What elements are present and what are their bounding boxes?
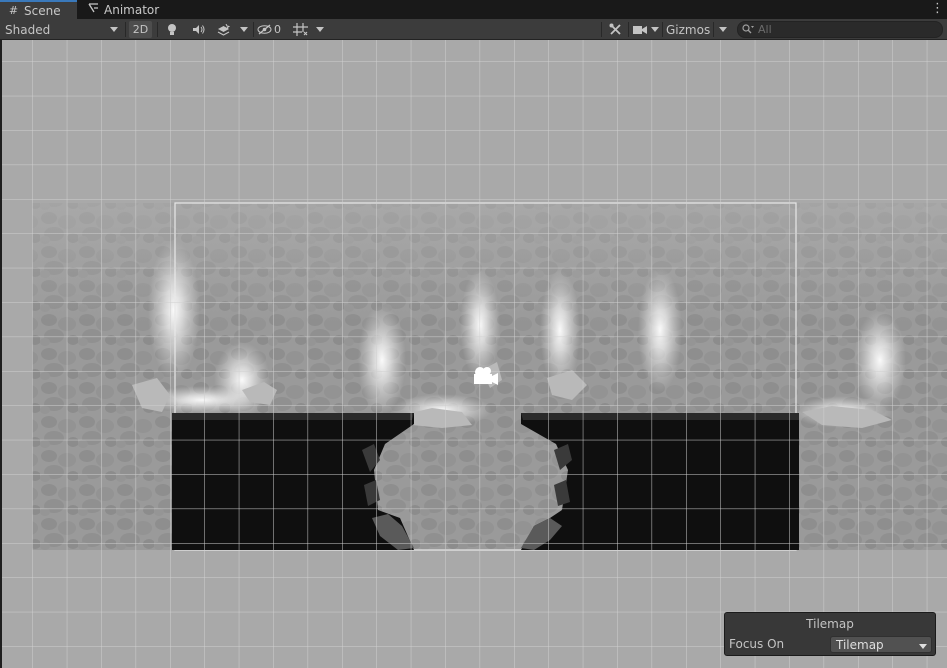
chevron-down-icon: [919, 638, 927, 652]
toggle-2d-button[interactable]: 2D: [129, 21, 152, 38]
tab-bar: # Scene Animator ⋮: [0, 0, 947, 19]
eye-hidden-icon: [257, 24, 272, 35]
chevron-down-icon: [651, 27, 659, 32]
tools-button[interactable]: [604, 21, 626, 38]
tab-scene-label: Scene: [24, 3, 61, 18]
camera-icon: [633, 25, 647, 35]
kebab-menu-icon[interactable]: ⋮: [931, 1, 944, 17]
chevron-down-icon: [110, 27, 118, 32]
grid-dropdown[interactable]: [313, 21, 327, 38]
tilemap-overlay-title: Tilemap: [806, 617, 854, 631]
gizmos-toggle[interactable]: Gizmos: [664, 21, 713, 38]
chevron-down-icon: [718, 27, 727, 32]
lightbulb-icon: [167, 23, 177, 36]
grid-icon: #: [8, 4, 19, 17]
scene-visibility-toggle[interactable]: 0: [257, 21, 286, 38]
search-input[interactable]: [758, 23, 938, 36]
focus-on-dropdown[interactable]: Tilemap: [830, 636, 932, 653]
layers-effects-icon: [217, 23, 230, 36]
search-icon: [742, 23, 754, 37]
effects-toggle[interactable]: [212, 21, 234, 38]
unity-editor-scene-window: # Scene Animator ⋮ Shaded 2D 0 Gizmos Al…: [0, 0, 947, 668]
scene-canvas[interactable]: [2, 40, 947, 668]
gizmos-dropdown[interactable]: [715, 21, 730, 38]
hierarchy-search[interactable]: [737, 21, 943, 38]
tab-scene[interactable]: # Scene: [0, 0, 77, 19]
audio-toggle[interactable]: [187, 21, 209, 38]
tab-animator[interactable]: Animator: [80, 0, 164, 19]
tab-animator-label: Animator: [104, 2, 160, 17]
draw-mode-value: Shaded: [5, 22, 51, 37]
scene-viewport[interactable]: [0, 40, 947, 668]
camera-dropdown[interactable]: [649, 21, 661, 38]
focus-on-value: Tilemap: [836, 637, 884, 652]
focus-on-label: Focus On: [729, 637, 785, 651]
gizmos-label: Gizmos: [666, 22, 711, 37]
speaker-icon: [192, 24, 205, 35]
hidden-object-count: 0: [274, 23, 281, 36]
scene-toolbar: Shaded 2D 0 Gizmos All: [0, 19, 947, 40]
tilemap-overlay-panel: Tilemap Focus On Tilemap: [724, 612, 936, 656]
grid-snap-icon: [292, 23, 308, 36]
effects-dropdown[interactable]: [237, 21, 251, 38]
toggle-2d-label: 2D: [132, 23, 149, 36]
lighting-toggle[interactable]: [162, 21, 182, 38]
chevron-down-icon: [240, 27, 248, 32]
animator-icon: [88, 3, 99, 16]
grid-snap-toggle[interactable]: [289, 21, 311, 38]
draw-mode-dropdown[interactable]: Shaded: [0, 21, 122, 38]
chevron-down-icon: [316, 27, 324, 32]
camera-settings-button[interactable]: [631, 21, 649, 38]
scene-grid: [2, 40, 947, 668]
tools-icon: [609, 23, 622, 36]
